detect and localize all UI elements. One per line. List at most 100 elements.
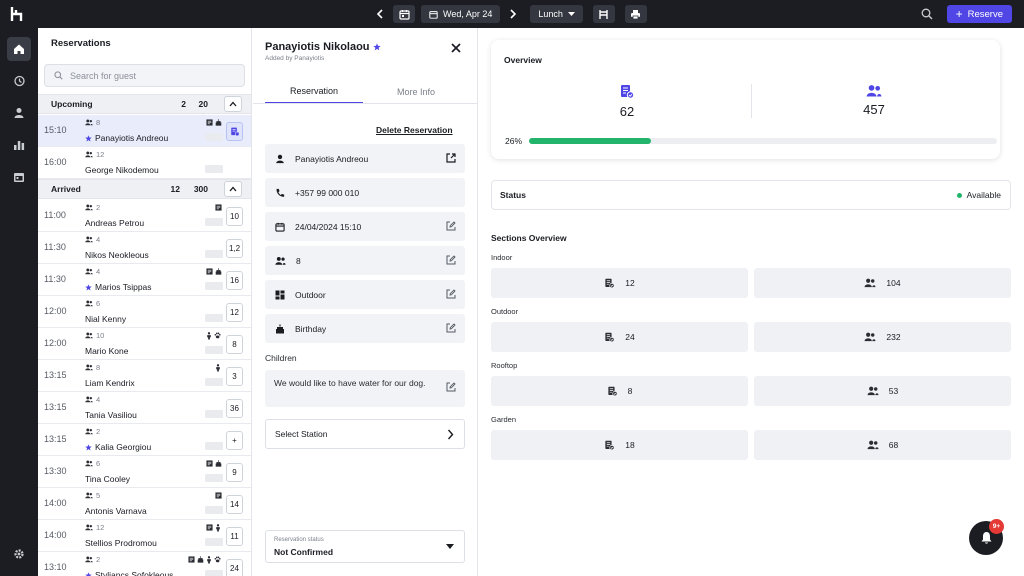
section-name: Indoor	[491, 253, 513, 262]
edit-icon[interactable]	[446, 323, 456, 333]
section-reservation-count: 8	[627, 386, 633, 396]
chevron-up-icon[interactable]	[224, 181, 242, 197]
guest-count: 4	[96, 395, 101, 404]
pet-icon	[214, 556, 221, 564]
guest-name-field[interactable]: Panayiotis Andreou	[265, 144, 465, 173]
table-number[interactable]: 12	[226, 303, 243, 322]
reservation-row[interactable]: 11:00 2 Andreas Petrou 10	[38, 200, 251, 232]
reservation-row[interactable]: 12:00 6 Nial Kenny 12	[38, 296, 251, 328]
guests-icon	[85, 268, 93, 275]
calendar-button[interactable]	[393, 5, 415, 23]
overview-reservations: 62	[567, 84, 687, 119]
table-number[interactable]: 24	[226, 559, 243, 576]
reservation-row[interactable]: 11:30 4 Nikos Neokleous 1,2	[38, 232, 251, 264]
section-reservation-count: 24	[625, 332, 635, 342]
tab-reservation[interactable]: Reservation	[265, 80, 363, 104]
external-link-icon[interactable]	[446, 153, 456, 163]
stats-icon[interactable]	[7, 133, 31, 157]
table-number[interactable]: 10	[226, 207, 243, 226]
guest-name-value: Panayiotis Andreou	[295, 153, 369, 164]
table-number[interactable]: 16	[226, 271, 243, 290]
home-icon[interactable]	[7, 37, 31, 61]
upcoming-reservation-count: 2	[181, 99, 186, 109]
reservation-status-select[interactable]: Reservation status Not Confirmed	[265, 530, 465, 563]
cake-icon	[275, 324, 285, 334]
reservation-row[interactable]: 14:00 12 Stellios Prodromou 11	[38, 520, 251, 552]
date-selector[interactable]: Wed, Apr 24	[421, 5, 501, 23]
table-number[interactable]: 9	[226, 463, 243, 482]
history-icon[interactable]	[7, 69, 31, 93]
settings-gear-icon[interactable]	[7, 542, 31, 566]
search-icon[interactable]	[921, 8, 933, 20]
tab-more-info[interactable]: More Info	[367, 80, 465, 104]
calendar-small-icon	[429, 10, 438, 19]
detail-tabs: Reservation More Info	[265, 80, 465, 104]
chevron-up-icon[interactable]	[224, 96, 242, 112]
printer-icon	[630, 9, 641, 20]
reservation-tags	[206, 332, 221, 340]
progress-percent: 26%	[505, 136, 523, 146]
table-number[interactable]: 8	[226, 335, 243, 354]
guest-count: 12	[96, 523, 105, 532]
chevron-left-icon[interactable]	[373, 9, 387, 19]
reservation-row[interactable]: 16:00 12 George Nikodemou	[38, 147, 251, 179]
reservation-row[interactable]: 13:30 6 Tina Cooley 9	[38, 456, 251, 488]
reserve-button[interactable]: + Reserve	[946, 5, 1012, 23]
edit-icon[interactable]	[446, 289, 456, 299]
delete-reservation-link[interactable]: Delete Reservation	[376, 125, 453, 135]
reservation-row[interactable]: 12:00 10 Mario Kone 8	[38, 328, 251, 360]
arrived-group-header[interactable]: Arrived 12 300	[38, 179, 251, 199]
app-logo[interactable]	[10, 6, 26, 22]
section-field[interactable]: Outdoor	[265, 280, 465, 309]
edit-icon[interactable]	[446, 382, 456, 392]
table-number[interactable]: +	[226, 431, 243, 450]
table-number[interactable]: 36	[226, 399, 243, 418]
phone-field[interactable]: +357 99 000 010	[265, 178, 465, 207]
table-number[interactable]: 11	[226, 527, 243, 546]
reservation-row[interactable]: 11:30 4 Marios Tsippas 16	[38, 264, 251, 296]
close-icon[interactable]	[450, 42, 462, 54]
chevron-right-icon[interactable]	[506, 9, 520, 19]
reservation-tags	[215, 364, 221, 372]
reservation-time: 12:00	[44, 338, 67, 348]
select-station-button[interactable]: Select Station	[265, 419, 465, 449]
occasion-field[interactable]: Birthday	[265, 314, 465, 343]
arrived-guest-count: 300	[193, 184, 208, 194]
guest-note-field[interactable]: We would like to have water for our dog.	[265, 370, 465, 407]
user-icon[interactable]	[7, 101, 31, 125]
print-button[interactable]	[624, 5, 647, 23]
edit-icon[interactable]	[446, 255, 456, 265]
section-guests: 232	[754, 322, 1011, 352]
guest-name: Stellios Prodromou	[85, 538, 157, 548]
table-number[interactable]: 14	[226, 495, 243, 514]
floor-plan-button[interactable]	[592, 5, 615, 23]
reservation-row[interactable]: 13:15 2 Kalia Georgiou +	[38, 424, 251, 456]
guest-name: Liam Kendrix	[85, 378, 135, 388]
upcoming-group-header[interactable]: Upcoming 2 20	[38, 94, 251, 114]
datetime-field[interactable]: 24/04/2024 15:10	[265, 212, 465, 241]
calendar-nav-icon[interactable]	[7, 165, 31, 189]
top-bar: Wed, Apr 24 Lunch + Reserve	[0, 0, 1024, 28]
reservation-row[interactable]: 13:10 2 Styliancs Sofokleous 24	[38, 552, 251, 576]
meal-selector[interactable]: Lunch	[530, 5, 583, 23]
cake-icon	[215, 119, 222, 126]
guest-count: 8	[96, 118, 101, 127]
reservation-row[interactable]: 13:15 8 Liam Kendrix 3	[38, 360, 251, 392]
reservation-row[interactable]: 13:15 4 Tania Vasiliou 36	[38, 392, 251, 424]
guest-search-input[interactable]: Search for guest	[44, 64, 245, 87]
overview-guests: 457	[814, 84, 934, 117]
reservation-name: Antonis Varnava	[85, 506, 147, 516]
table-number[interactable]: 1,2	[226, 239, 243, 258]
edit-icon[interactable]	[446, 221, 456, 231]
party-size-field[interactable]: 8	[265, 246, 465, 275]
table-number[interactable]: 3	[226, 367, 243, 386]
row-placeholder	[205, 410, 223, 418]
row-placeholder	[205, 250, 223, 258]
reservation-row[interactable]: 14:00 5 Antonis Varnava 14	[38, 488, 251, 520]
assign-table-button[interactable]	[226, 122, 243, 141]
reservation-row[interactable]: 15:10 8 Panayiotis Andreou	[38, 115, 251, 147]
reserve-label: Reserve	[967, 8, 1003, 20]
guests-icon	[85, 300, 93, 307]
note-icon	[215, 492, 222, 499]
child-icon	[215, 524, 221, 532]
